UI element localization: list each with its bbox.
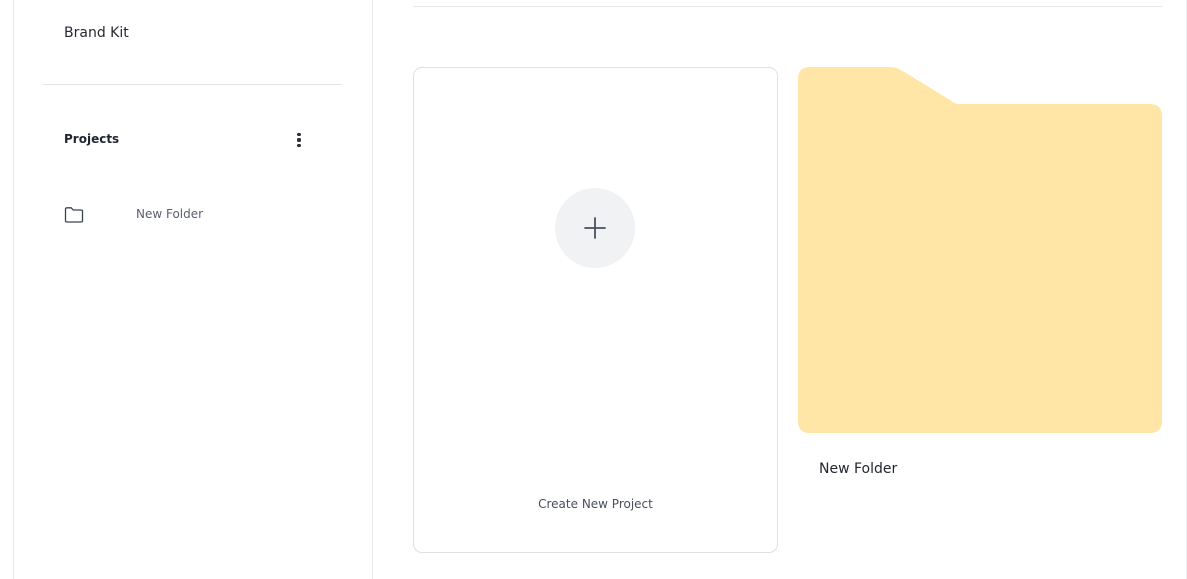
header-divider bbox=[413, 6, 1162, 7]
folder-card[interactable] bbox=[798, 67, 1162, 433]
sidebar: Brand Kit Projects New Folder bbox=[14, 0, 373, 579]
create-project-card[interactable]: Create New Project bbox=[413, 67, 778, 553]
add-project-button[interactable] bbox=[555, 188, 635, 268]
page: Brand Kit Projects New Folder Create New… bbox=[0, 0, 1187, 579]
more-vertical-icon[interactable] bbox=[290, 130, 308, 150]
folder-icon bbox=[64, 207, 84, 223]
sidebar-divider bbox=[43, 84, 342, 85]
create-project-label: Create New Project bbox=[538, 497, 653, 511]
projects-heading: Projects bbox=[64, 132, 120, 146]
folder-name[interactable]: New Folder bbox=[819, 461, 897, 477]
plus-icon bbox=[584, 217, 606, 239]
sidebar-item-brand-kit[interactable]: Brand Kit bbox=[64, 25, 129, 41]
sidebar-item-new-folder[interactable]: New Folder bbox=[64, 202, 334, 228]
folder-thumbnail-icon bbox=[798, 67, 1162, 433]
sidebar-item-label: New Folder bbox=[136, 207, 204, 221]
